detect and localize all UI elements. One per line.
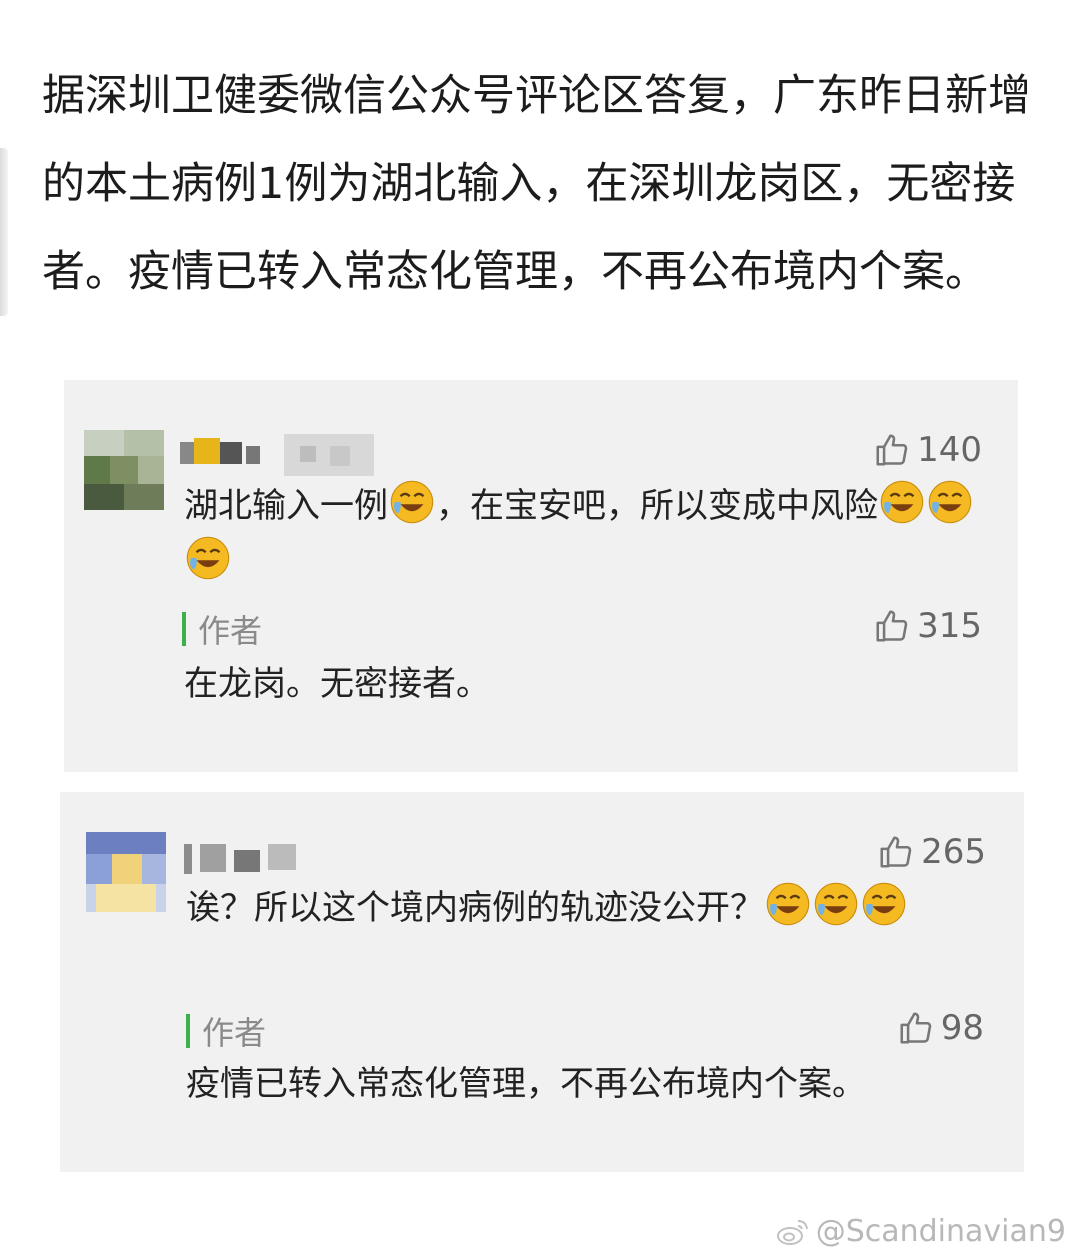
username-pixelated[interactable] bbox=[184, 836, 304, 880]
laugh-cry-emoji-icon bbox=[766, 882, 810, 926]
like-button[interactable]: 98 bbox=[897, 1008, 984, 1048]
laugh-cry-emoji-icon bbox=[862, 882, 906, 926]
comment-text: 诶？所以这个境内病例的轨迹没公开？ bbox=[186, 880, 996, 936]
weibo-logo-icon bbox=[776, 1219, 808, 1245]
thumbs-up-icon bbox=[880, 836, 912, 868]
author-bar bbox=[186, 1014, 190, 1048]
author-bar bbox=[182, 612, 186, 646]
laugh-cry-emoji-icon bbox=[186, 536, 230, 580]
like-count: 98 bbox=[940, 1008, 984, 1048]
thumbs-up-icon bbox=[876, 610, 908, 642]
laugh-cry-emoji-icon bbox=[880, 480, 924, 524]
thumbs-up-icon bbox=[900, 1012, 931, 1044]
author-reply-label: 作者 bbox=[186, 1008, 266, 1054]
avatar[interactable] bbox=[84, 430, 164, 510]
like-button[interactable]: 265 bbox=[877, 832, 986, 872]
author-reply-text: 疫情已转入常态化管理，不再公布境内个案。 bbox=[186, 1064, 866, 1104]
like-count: 140 bbox=[917, 430, 982, 470]
watermark: @Scandinavian9 bbox=[776, 1214, 1066, 1249]
like-count: 315 bbox=[917, 606, 982, 646]
avatar[interactable] bbox=[86, 832, 166, 912]
like-button[interactable]: 140 bbox=[873, 430, 982, 470]
laugh-cry-emoji-icon bbox=[928, 480, 972, 524]
like-button[interactable]: 315 bbox=[873, 606, 982, 646]
like-count: 265 bbox=[921, 832, 986, 872]
post-text: 据深圳卫健委微信公众号评论区答复，广东昨日新增的本土病例1例为湖北输入，在深圳龙… bbox=[42, 71, 1031, 297]
username-pixelated[interactable] bbox=[180, 432, 380, 476]
laugh-cry-emoji-icon bbox=[814, 882, 858, 926]
laugh-cry-emoji-icon bbox=[390, 480, 434, 524]
comment-text: 湖北输入一例 ，在宝安吧，所以变成中风险 bbox=[184, 478, 984, 590]
comment-card: 140 湖北输入一例 ，在宝安吧，所以变成中风险 作者 315 在龙岗。无密接者。 bbox=[64, 380, 1018, 772]
author-reply-text: 在龙岗。无密接者。 bbox=[184, 664, 490, 704]
page-edge-tab bbox=[0, 148, 8, 316]
author-reply-label: 作者 bbox=[182, 606, 262, 652]
thumbs-up-icon bbox=[876, 434, 908, 466]
comment-card: 265 诶？所以这个境内病例的轨迹没公开？ 作者 98 疫情已转入常态化管理，不… bbox=[60, 792, 1024, 1172]
